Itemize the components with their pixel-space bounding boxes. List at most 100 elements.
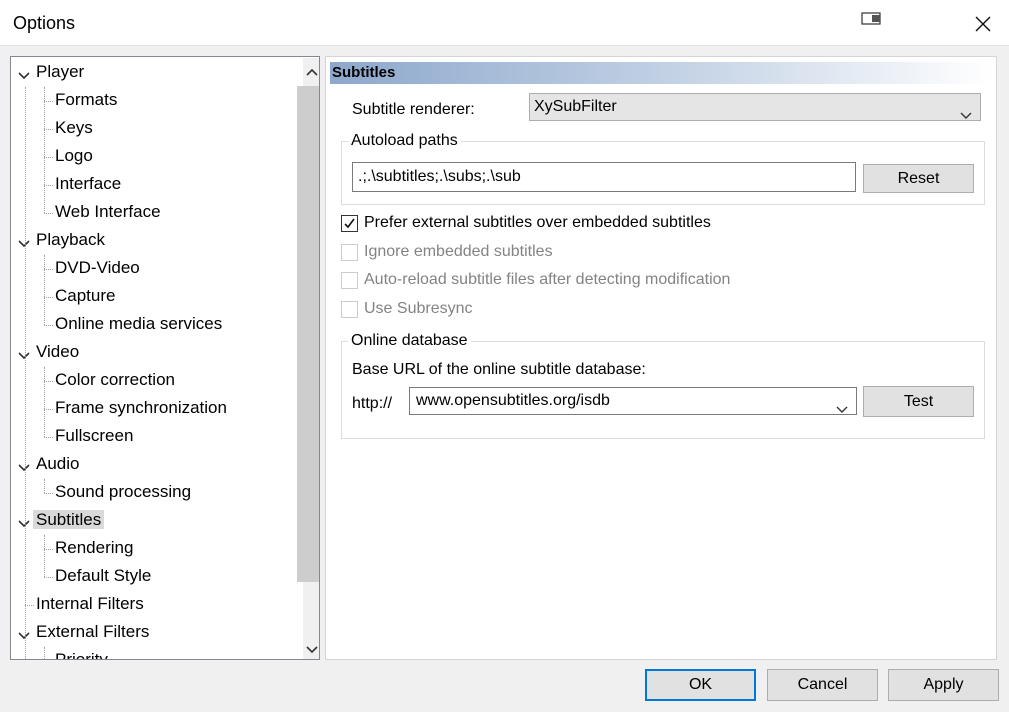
tree-item[interactable]: Interface [55,171,121,197]
tree-item-label: Fullscreen [55,426,134,445]
tree-connector [44,129,53,130]
title-bar: Options [0,0,1009,46]
ok-button[interactable]: OK [645,669,756,701]
autoload-group: Autoload paths .;.\subtitles;.\subs;.\su… [341,132,985,205]
expand-chevron-icon[interactable] [17,348,31,360]
option-label[interactable]: Use Subresync [364,300,473,318]
test-button[interactable]: Test [863,386,974,417]
tree-item[interactable]: External Filters [36,619,149,645]
expand-chevron-icon[interactable] [17,516,31,528]
tree-item-label: Sound processing [55,482,192,501]
option-checkbox[interactable] [341,243,358,261]
base-url-label: Base URL of the online subtitle database… [352,361,646,378]
tree-connector [44,577,53,578]
tree-connector [44,157,53,158]
reset-button[interactable]: Reset [863,164,974,193]
apply-button[interactable]: Apply [888,669,999,701]
tree-item-label: Rendering [55,538,134,557]
tree-item-label: Subtitles [33,510,105,529]
expand-chevron-icon[interactable] [17,460,31,472]
autoload-paths-input[interactable]: .;.\subtitles;.\subs;.\sub [352,162,856,192]
tree-item[interactable]: DVD-Video [55,255,140,281]
tree-item-label: Web Interface [55,202,161,221]
tree-item[interactable]: Internal Filters [36,591,144,617]
option-checkbox[interactable] [341,300,358,318]
tree-scrollbar[interactable] [297,58,319,659]
expand-chevron-icon[interactable] [17,68,31,80]
url-value: www.opensubtitles.org/isdb [416,392,610,409]
expand-chevron-icon[interactable] [17,628,31,640]
options-tree[interactable]: Player Formats Keys Logo Interface Web Interf… [10,56,320,660]
tree-item[interactable]: Fullscreen [55,423,133,449]
tree-item[interactable]: Online media services [55,311,222,337]
tree-item[interactable]: Frame synchronization [55,395,227,421]
close-icon[interactable] [970,11,996,37]
url-select[interactable]: www.opensubtitles.org/isdb [409,387,857,415]
online-group-title: Online database [348,332,471,350]
tree-guide-line [44,647,45,659]
online-database-group: Online database Base URL of the online s… [341,332,985,439]
tree-item[interactable]: Video [36,339,79,365]
option-label[interactable]: Prefer external subtitles over embedded … [364,214,711,232]
tree-item-label: Keys [55,118,93,137]
tree-connector [44,437,53,438]
tree-item-label: Playback [36,230,105,249]
tree-item[interactable]: Keys [55,115,93,141]
tree-item-label: Frame synchronization [55,398,227,417]
tree-item[interactable]: Color correction [55,367,175,393]
tree-item-label: Audio [36,454,80,473]
tree-item[interactable]: Formats [55,87,117,113]
tree-item-label: Logo [55,146,93,165]
tree-connector [44,381,53,382]
tree-item-label: Internal Filters [36,594,144,613]
tree-item-label: Formats [55,90,118,109]
tree-connector [44,185,53,186]
tree-item-label: Priority [55,650,108,660]
tree-item[interactable]: Logo [55,143,93,169]
tree-item[interactable]: Playback [36,227,105,253]
tree-item[interactable]: Priority [55,647,108,660]
tree-item-label: External Filters [36,622,150,641]
tree-item[interactable]: Web Interface [55,199,161,225]
tree-connector [44,213,53,214]
renderer-label: Subtitle renderer: [352,101,475,118]
tree-item[interactable]: Subtitles [33,507,105,533]
tree-guide-line [44,255,45,325]
tree-connector [44,549,53,550]
tree-item-label: Interface [55,174,122,193]
tree-connector [44,297,53,298]
tree-item[interactable]: Audio [36,451,79,477]
tree-item[interactable]: Rendering [55,535,133,561]
page-header: Subtitles [330,62,992,84]
scrollbar-thumb[interactable] [297,86,319,582]
option-checkbox[interactable] [341,215,358,232]
settings-page: Subtitles Subtitle renderer: XySubFilter… [325,56,997,660]
chevron-down-icon [960,103,972,119]
autoload-group-title: Autoload paths [348,132,461,150]
tree-item-label: Video [36,342,80,361]
tree-root-guide-line [25,87,26,659]
chevron-down-icon [836,397,848,413]
option-label[interactable]: Ignore embedded subtitles [364,243,553,261]
tree-guide-line [44,367,45,437]
tree-connector [44,409,53,410]
checkmark-icon [344,218,355,229]
scroll-up-icon[interactable] [305,64,319,82]
renderer-value: XySubFilter [534,98,617,115]
window-snap-icon[interactable] [860,10,886,28]
tree-item[interactable]: Capture [55,283,115,309]
tree-item[interactable]: Sound processing [55,479,191,505]
tree-item-label: Default Style [55,566,152,585]
expand-chevron-icon[interactable] [17,236,31,248]
scroll-down-icon[interactable] [305,642,319,659]
tree-item-label: DVD-Video [55,258,140,277]
option-checkbox[interactable] [341,272,358,289]
tree-connector [44,269,53,270]
tree-item[interactable]: Default Style [55,563,151,589]
renderer-select[interactable]: XySubFilter [529,93,981,121]
tree-connector [44,101,53,102]
tree-item[interactable]: Player [36,59,84,85]
tree-connector [25,605,34,606]
option-label[interactable]: Auto-reload subtitle files after detecti… [364,271,730,289]
cancel-button[interactable]: Cancel [767,669,878,701]
